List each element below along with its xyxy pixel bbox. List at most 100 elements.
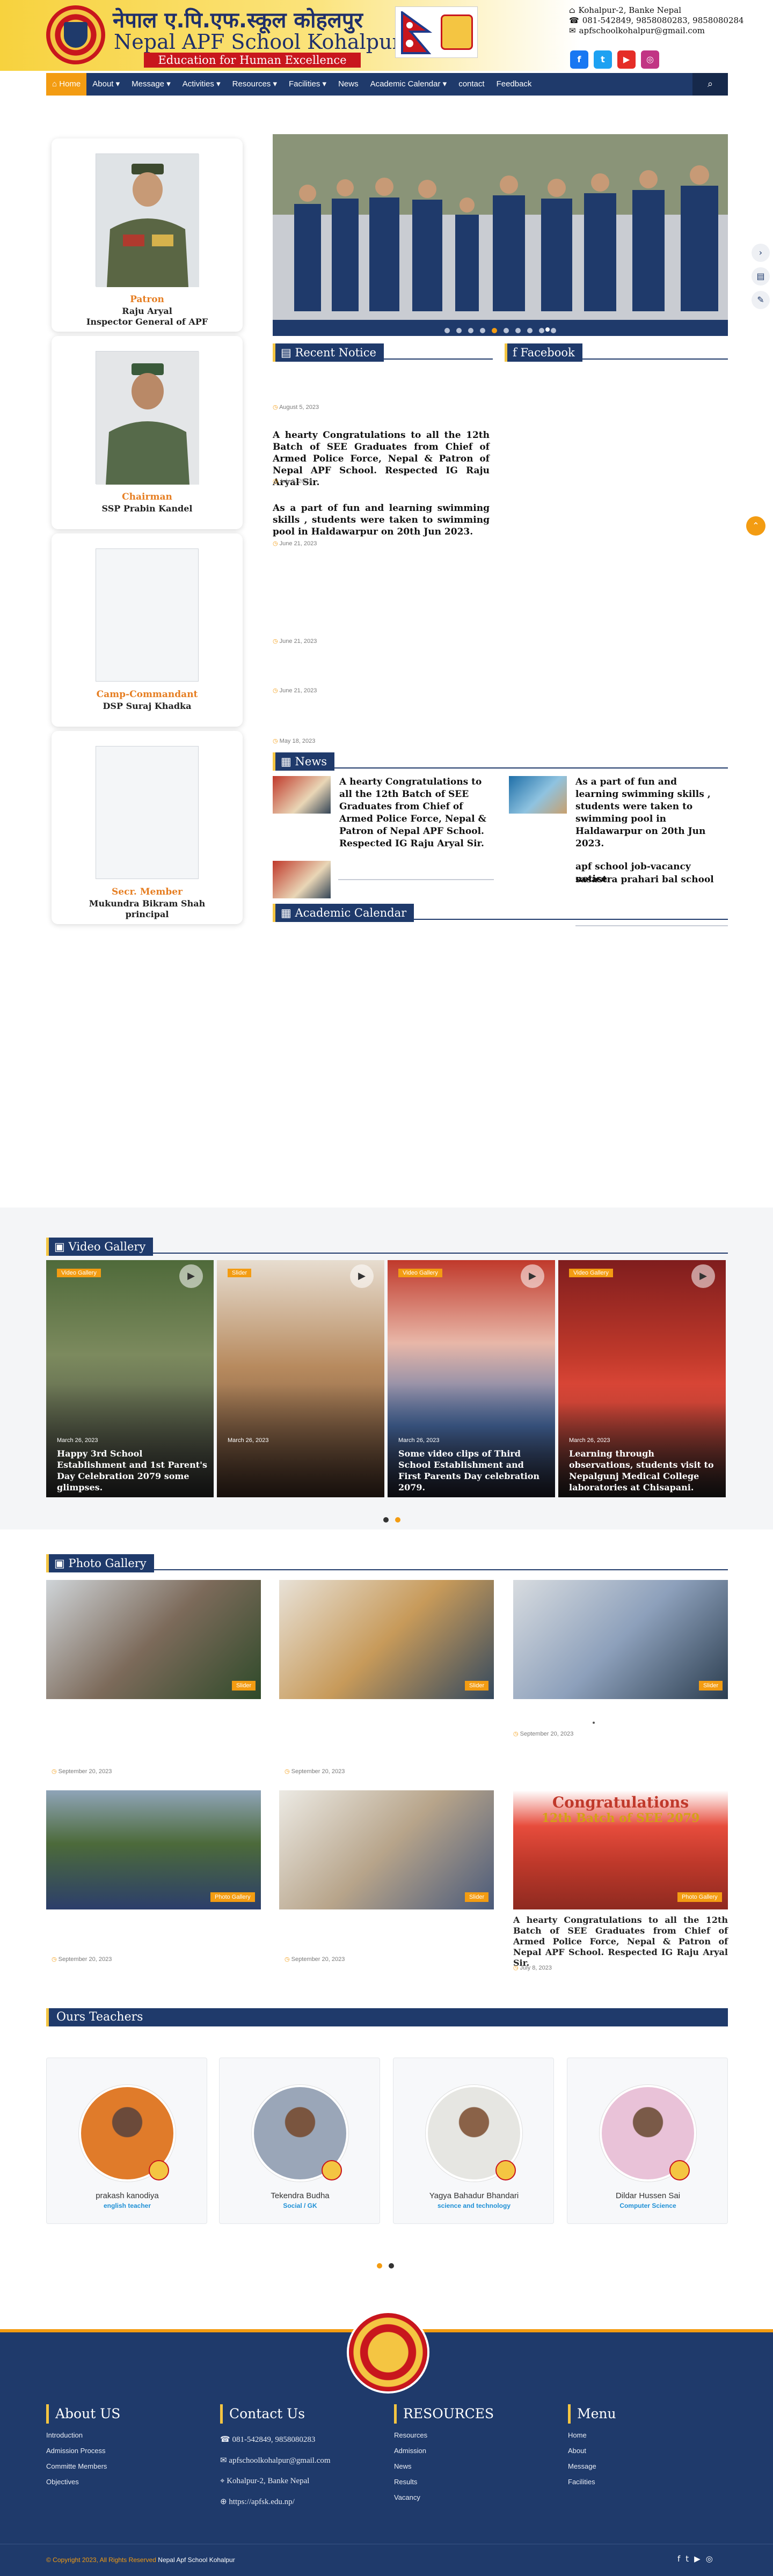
document-icon[interactable]: ▤ <box>752 267 770 286</box>
school-logo[interactable] <box>46 5 105 64</box>
header-email[interactable]: apfschoolkohalpur@gmail.com <box>579 26 705 36</box>
footer-link[interactable]: News <box>394 2462 555 2470</box>
video-badge[interactable]: Video Gallery <box>57 1269 101 1277</box>
gallery-photo-congratulations[interactable]: Congratulations 12th Batch of SEE 2079 <box>513 1790 728 1909</box>
youtube-icon[interactable]: ▶ <box>617 50 636 69</box>
carousel-dot-active[interactable] <box>395 1517 400 1523</box>
footer-link[interactable]: Message <box>568 2462 729 2470</box>
twitter-icon[interactable]: t <box>594 50 612 69</box>
gallery-caption[interactable]: A hearty Congratulations to all the 12th… <box>513 1915 728 1968</box>
play-icon[interactable]: ▶ <box>521 1264 544 1288</box>
footer-link[interactable]: Introduction <box>46 2431 207 2439</box>
teacher-card[interactable]: Dildar Hussen Sai Computer Science <box>567 2058 728 2224</box>
news-item[interactable]: A hearty Congratulations to all the 12th… <box>339 776 490 850</box>
video-badge[interactable]: Video Gallery <box>398 1269 442 1277</box>
video-card[interactable]: Video Gallery ▶ March 26, 2023 Some vide… <box>388 1260 555 1497</box>
nav-news[interactable]: News <box>332 73 364 96</box>
slider-dot-active[interactable] <box>492 328 497 333</box>
gallery-badge[interactable]: Slider <box>465 1892 489 1902</box>
news-thumbnail[interactable] <box>273 861 331 898</box>
video-badge[interactable]: Video Gallery <box>569 1269 613 1277</box>
news-thumbnail[interactable] <box>509 776 567 814</box>
footer-link[interactable]: Committe Members <box>46 2462 207 2470</box>
youtube-icon[interactable]: ▶ <box>694 2554 701 2564</box>
gallery-badge[interactable]: Photo Gallery <box>210 1892 255 1902</box>
teacher-card[interactable]: prakash kanodiya english teacher <box>46 2058 207 2224</box>
twitter-icon[interactable]: t <box>686 2554 689 2564</box>
search-icon[interactable]: ⌕ <box>692 73 728 96</box>
slider-dot[interactable] <box>480 328 485 333</box>
play-icon[interactable]: ▶ <box>691 1264 715 1288</box>
footer-link[interactable]: Facilities <box>568 2478 729 2486</box>
facebook-icon[interactable]: f <box>570 50 588 69</box>
footer-phone[interactable]: ☎ 081-542849, 9858080283 <box>220 2434 381 2445</box>
nav-feedback[interactable]: Feedback <box>491 73 538 96</box>
news-item[interactable]: As a part of fun and learning swimming s… <box>575 776 720 850</box>
footer-link[interactable]: Admission Process <box>46 2447 207 2455</box>
video-title[interactable]: Happy 3rd School Establishment and 1st P… <box>57 1448 207 1493</box>
gallery-photo[interactable] <box>513 1580 728 1699</box>
gallery-badge[interactable]: Slider <box>465 1681 489 1690</box>
play-icon[interactable]: ▶ <box>179 1264 203 1288</box>
footer-email[interactable]: ✉ apfschoolkohalpur@gmail.com <box>220 2455 381 2465</box>
carousel-dot[interactable] <box>383 1517 389 1523</box>
footer-link[interactable]: Vacancy <box>394 2493 555 2501</box>
teacher-card[interactable]: Yagya Bahadur Bhandari science and techn… <box>393 2058 554 2224</box>
academic-calendar-header: ▦ Academic Calendar <box>273 904 728 922</box>
slider-dot[interactable] <box>456 328 462 333</box>
carousel-dot[interactable] <box>389 2263 394 2268</box>
gallery-photo[interactable] <box>279 1790 494 1909</box>
nav-contact[interactable]: contact <box>453 73 490 96</box>
copyright-owner[interactable]: Nepal Apf School Kohalpur <box>158 2556 235 2564</box>
footer-link[interactable]: Results <box>394 2478 555 2486</box>
gallery-photo[interactable] <box>46 1580 261 1699</box>
gallery-photo[interactable] <box>279 1580 494 1699</box>
hero-slider[interactable] <box>273 134 728 336</box>
notice-item[interactable]: As a part of fun and learning swimming s… <box>273 502 490 538</box>
footer-link[interactable]: Resources <box>394 2431 555 2439</box>
instagram-icon[interactable]: ◎ <box>706 2554 713 2564</box>
teacher-card[interactable]: Tekendra Budha Social / GK <box>219 2058 380 2224</box>
footer-link[interactable]: Objectives <box>46 2478 207 2486</box>
gallery-badge[interactable]: Photo Gallery <box>677 1892 722 1902</box>
footer-website[interactable]: ⊕ https://apfsk.edu.np/ <box>220 2497 381 2507</box>
footer-link[interactable]: Home <box>568 2431 729 2439</box>
edit-icon[interactable]: ✎ <box>752 291 770 309</box>
slider-dot[interactable] <box>539 328 544 333</box>
news-item[interactable]: sasastra prahari bal school <box>575 874 720 886</box>
footer-link[interactable]: Admission <box>394 2447 555 2455</box>
video-card[interactable]: Slider ▶ March 26, 2023 <box>217 1260 384 1497</box>
gallery-photo[interactable] <box>46 1790 261 1909</box>
video-card[interactable]: Video Gallery ▶ March 26, 2023 Happy 3rd… <box>46 1260 214 1497</box>
slider-dot[interactable] <box>515 328 521 333</box>
slider-dot[interactable] <box>527 328 533 333</box>
slider-dot[interactable] <box>444 328 450 333</box>
scroll-top-button[interactable]: ⌃ <box>746 516 765 536</box>
footer-link[interactable]: About <box>568 2447 729 2455</box>
gallery-badge[interactable]: Slider <box>232 1681 256 1690</box>
nav-about[interactable]: About ▾ <box>86 73 126 96</box>
video-card[interactable]: Video Gallery ▶ March 26, 2023 Learning … <box>558 1260 726 1497</box>
chevron-icon[interactable]: › <box>752 244 770 262</box>
slider-dot[interactable] <box>468 328 473 333</box>
carousel-dot-active[interactable] <box>377 2263 382 2268</box>
instagram-icon[interactable]: ◎ <box>641 50 659 69</box>
news-thumbnail[interactable] <box>273 776 331 814</box>
nav-facilities[interactable]: Facilities ▾ <box>283 73 332 96</box>
nav-message[interactable]: Message ▾ <box>126 73 177 96</box>
play-icon[interactable]: ▶ <box>350 1264 374 1288</box>
header-phone[interactable]: 081-542849, 9858080283, 9858080284 <box>582 16 744 26</box>
video-title[interactable]: Some video clips of Third School Establi… <box>398 1448 549 1493</box>
nav-home[interactable]: ⌂ Home <box>46 73 87 96</box>
slider-dot[interactable] <box>551 328 556 333</box>
video-badge[interactable]: Slider <box>228 1269 252 1277</box>
recent-notice-header: ▤ Recent Notice <box>273 343 493 362</box>
facebook-icon[interactable]: f <box>677 2554 680 2564</box>
nav-resources[interactable]: Resources ▾ <box>227 73 283 96</box>
nav-academic-calendar[interactable]: Academic Calendar ▾ <box>364 73 453 96</box>
video-title[interactable]: Learning through observations, students … <box>569 1448 719 1493</box>
gallery-badge[interactable]: Slider <box>699 1681 723 1690</box>
footer-logo[interactable] <box>349 2313 427 2391</box>
nav-activities[interactable]: Activities ▾ <box>177 73 227 96</box>
slider-dot[interactable] <box>504 328 509 333</box>
